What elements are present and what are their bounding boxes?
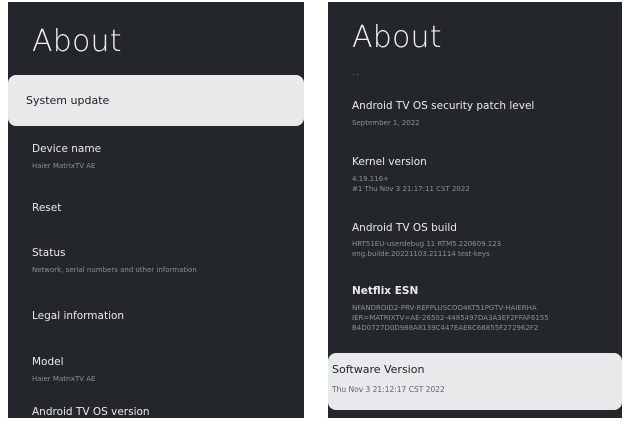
info-item-security-patch[interactable]: Android TV OS security patch level Septe… [352,99,612,128]
info-item-label: Software Version [332,363,425,376]
page-title: About [352,20,442,55]
menu-item-label: System update [26,94,110,107]
info-item-value: HRT51EU-userdebug 11 RTM5.220609.123 [352,240,502,248]
info-item-os-build[interactable]: Android TV OS build HRT51EU-userdebug 11… [352,221,612,259]
menu-item-label: Model [32,356,64,368]
menu-item-status[interactable]: Status Network, serial numbers and other… [32,246,294,275]
menu-item-label: Legal information [32,310,125,322]
info-item-label: Kernel version [352,156,427,168]
info-item-value: 4.19.116+ [352,175,390,183]
menu-item-system-update[interactable]: System update [8,75,304,126]
menu-item-label: Reset [32,202,62,214]
menu-item-device-name[interactable]: Device name Haier MatrixTV AE [32,142,294,171]
info-item-value-line3: B4D0727D0D988A8139C447EAE6C66855F272962F… [352,324,539,332]
info-item-label: Android TV OS security patch level [352,100,535,112]
info-item-value: Thu Nov 3 21:12:17 CST 2022 [332,385,445,394]
menu-item-model[interactable]: Model Haier MatrixTV AE [32,355,294,384]
info-item-software-version[interactable]: Software Version Thu Nov 3 21:12:17 CST … [328,353,622,410]
menu-item-description: Network, serial numbers and other inform… [32,266,197,274]
info-item-value: NFANDROID2-PRV-REFPLUSCOO4KT51PGTV-HAIER… [352,304,537,312]
page-title: About [32,24,122,59]
info-item-label: Netflix ESN [352,285,419,297]
menu-item-label: Device name [32,143,102,155]
about-settings-panel-left: About System update Device name Haier Ma… [8,2,304,418]
menu-item-label: Status [32,247,66,259]
menu-item-value: Haier MatrixTV AE [32,375,96,383]
scroll-indicator: .. [352,68,362,77]
info-item-value: September 1, 2022 [352,119,420,127]
info-item-kernel-version[interactable]: Kernel version 4.19.116+ #1 Thu Nov 3 21… [352,155,612,194]
info-item-value-line2: #1 Thu Nov 3 21:17:11 CST 2022 [352,185,470,193]
info-item-netflix-esn[interactable]: Netflix ESN NFANDROID2-PRV-REFPLUSCOO4KT… [352,284,612,333]
info-item-label: Android TV OS build [352,222,457,234]
about-settings-panel-right: About .. Android TV OS security patch le… [328,2,622,418]
menu-item-android-tv-os-version[interactable]: Android TV OS version [32,405,294,418]
info-item-value-line2: IER=MATRIXTV=AE-26502-4485497DA3A3EF2FFA… [352,314,549,322]
menu-item-legal-information[interactable]: Legal information [32,309,294,323]
menu-item-value: Haier MatrixTV AE [32,162,96,170]
menu-item-reset[interactable]: Reset [32,201,294,215]
menu-item-label: Android TV OS version [32,406,150,418]
info-item-value-line2: eng.builde.20221103.211114 test-keys [352,250,490,258]
